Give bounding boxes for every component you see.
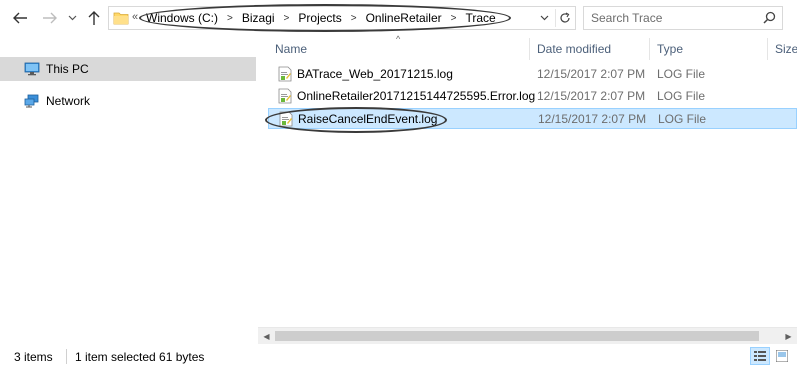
nav-label-network: Network [46,94,91,108]
chevron-right-icon[interactable]: > [451,13,457,24]
file-type: LOG File [657,67,706,81]
chevron-right-icon[interactable]: > [351,13,357,24]
arrow-left-icon [13,12,27,24]
crumb-drive[interactable]: Windows (C:) [145,11,219,25]
file-type: LOG File [657,89,706,103]
file-row-selected[interactable]: RaiseCancelEndEvent.log 12/15/2017 2:07 … [268,108,797,129]
chevron-right-icon[interactable]: > [284,13,290,24]
details-view-button[interactable] [750,347,770,365]
file-list: ^ Name Date modified Type Size BATrace_W… [262,34,797,342]
address-bar[interactable]: « Windows (C:) > Bizagi > Projects > Onl… [108,6,576,30]
recent-locations-button[interactable] [66,8,78,28]
chevron-right-icon[interactable]: > [227,13,233,24]
folder-icon [113,12,129,25]
file-name: BATrace_Web_20171215.log [297,67,453,81]
arrow-right-icon [43,12,57,24]
computer-icon [24,62,40,76]
crumb-trace[interactable]: Trace [464,11,496,25]
file-name: RaiseCancelEndEvent.log [298,112,438,126]
navigation-pane: This PC Network [0,36,258,342]
log-file-icon [279,111,293,127]
refresh-button[interactable] [555,9,573,27]
status-divider [66,349,67,364]
column-header-type[interactable]: Type [657,42,683,56]
search-icon[interactable] [763,11,776,24]
file-date: 12/15/2017 2:07 PM [538,112,647,126]
network-icon [24,94,39,108]
horizontal-scrollbar[interactable]: ◀ ▶ [258,327,797,344]
status-bar: 3 items 1 item selected 61 bytes [0,344,797,369]
search-box[interactable] [583,6,783,30]
column-divider[interactable] [649,38,650,60]
address-history-button[interactable] [537,11,551,25]
nav-item-network[interactable]: Network [0,89,256,113]
overflow-chevrons[interactable]: « [132,11,138,23]
crumb-bizagi[interactable]: Bizagi [241,11,276,25]
file-type: LOG File [658,112,707,126]
navigation-bar: « Windows (C:) > Bizagi > Projects > Onl… [0,0,797,36]
item-count: 3 items [14,350,53,364]
column-header-date[interactable]: Date modified [537,42,611,56]
search-input[interactable] [584,7,760,29]
scroll-left-button[interactable]: ◀ [258,328,275,345]
file-date: 12/15/2017 2:07 PM [537,89,646,103]
column-header-size[interactable]: Size [775,42,797,56]
file-row[interactable]: OnlineRetailer20171215144725595.Error.lo… [268,86,797,107]
chevron-down-icon [68,15,76,21]
back-button[interactable] [10,8,30,28]
nav-label-this-pc: This PC [46,62,89,76]
file-row[interactable]: BATrace_Web_20171215.log 12/15/2017 2:07… [268,64,797,85]
crumb-projects[interactable]: Projects [297,11,342,25]
forward-button[interactable] [40,8,60,28]
chevron-down-icon [540,15,548,21]
column-divider[interactable] [767,38,768,60]
breadcrumb: Windows (C:) > Bizagi > Projects > Onlin… [145,10,497,26]
arrow-up-icon [88,11,100,25]
file-date: 12/15/2017 2:07 PM [537,67,646,81]
file-name: OnlineRetailer20171215144725595.Error.lo… [297,89,536,103]
column-divider[interactable] [529,38,530,60]
large-icons-view-icon [776,350,788,362]
log-file-icon [278,66,292,82]
large-icons-view-button[interactable] [772,347,792,365]
details-view-icon [754,351,766,361]
scroll-right-button[interactable]: ▶ [780,328,797,345]
selection-info: 1 item selected 61 bytes [75,350,205,364]
nav-item-this-pc[interactable]: This PC [0,57,256,81]
column-headers: Name Date modified Type Size [262,38,797,60]
refresh-icon [559,12,570,23]
scrollbar-thumb[interactable] [275,331,759,341]
up-button[interactable] [84,8,104,28]
log-file-icon [278,88,292,104]
crumb-onlineretailer[interactable]: OnlineRetailer [365,11,443,25]
column-header-name[interactable]: Name [275,42,307,56]
